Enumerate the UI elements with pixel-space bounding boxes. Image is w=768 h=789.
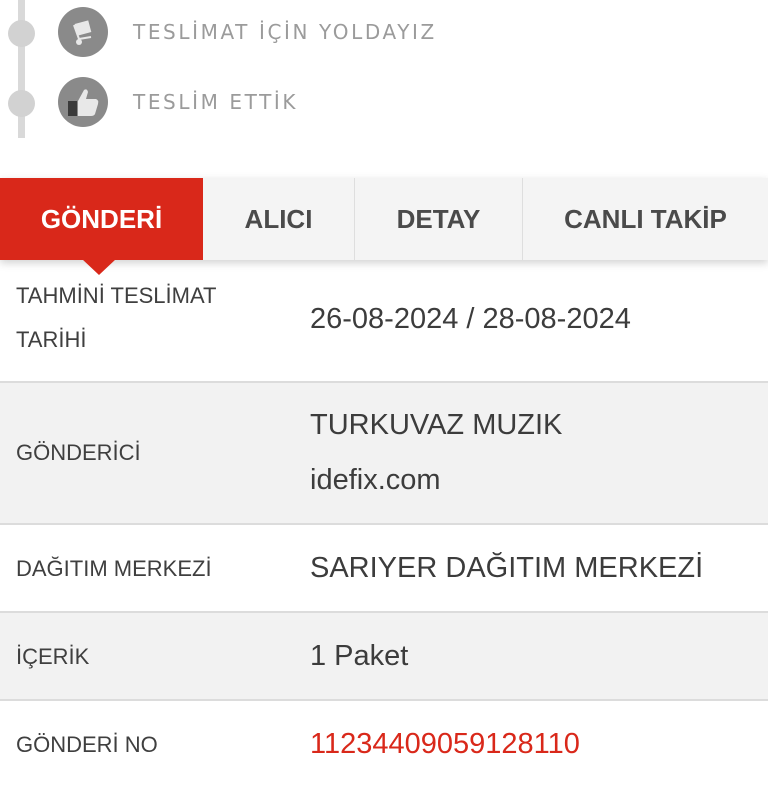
detail-row-estimated-date: TAHMİNİ TESLİMAT TARİHİ 26-08-2024 / 28-… xyxy=(0,260,768,383)
content-value: 1 Paket xyxy=(310,640,409,672)
detail-row-sender: GÖNDERİCİ TURKUVAZ MUZIK idefix.com xyxy=(0,383,768,525)
shipment-details: TAHMİNİ TESLİMAT TARİHİ 26-08-2024 / 28-… xyxy=(0,260,768,789)
tab-label: CANLI TAKİP xyxy=(564,203,727,234)
shipment-tabs: GÖNDERİ ALICI DETAY CANLI TAKİP xyxy=(0,178,768,275)
active-tab-pointer xyxy=(82,259,116,275)
tab-canli-takip[interactable]: CANLI TAKİP xyxy=(523,178,768,260)
tab-alici[interactable]: ALICI xyxy=(203,178,355,260)
timeline-dot xyxy=(8,20,35,47)
timeline-step-on-the-way: TESLİMAT İÇİN YOLDAYIZ xyxy=(0,2,768,62)
detail-row-distribution-center: DAĞITIM MERKEZİ SARIYER DAĞITIM MERKEZİ xyxy=(0,525,768,613)
timeline-step-delivered: TESLİM ETTİK xyxy=(0,72,768,132)
tracking-timeline: TESLİMAT İÇİN YOLDAYIZ TESLİM ETTİK xyxy=(0,0,768,178)
estimated-date-value: 26-08-2024 / 28-08-2024 xyxy=(310,303,631,335)
delivery-cart-icon xyxy=(58,7,108,57)
detail-row-content: İÇERİK 1 Paket xyxy=(0,613,768,701)
detail-label: İÇERİK xyxy=(16,644,90,669)
thumbs-up-icon xyxy=(58,77,108,127)
timeline-dot xyxy=(8,90,35,117)
tab-gonderi[interactable]: GÖNDERİ xyxy=(0,178,203,275)
detail-label: GÖNDERİ NO xyxy=(16,732,158,757)
detail-label: GÖNDERİCİ xyxy=(16,440,141,465)
distribution-center-value: SARIYER DAĞITIM MERKEZİ xyxy=(310,552,704,584)
tab-label: ALICI xyxy=(244,203,313,234)
detail-label: TAHMİNİ TESLİMAT TARİHİ xyxy=(16,283,217,352)
detail-label: DAĞITIM MERKEZİ xyxy=(16,556,212,581)
sender-value: TURKUVAZ MUZIK idefix.com xyxy=(310,409,563,496)
tab-label: DETAY xyxy=(396,203,481,234)
shipment-number-value[interactable]: 1123440905912811​0 xyxy=(310,717,580,772)
timeline-step-label: TESLİM ETTİK xyxy=(133,90,299,114)
tab-detay[interactable]: DETAY xyxy=(355,178,523,260)
detail-row-shipment-no: GÖNDERİ NO 1123440905912811​0 xyxy=(0,701,768,789)
tab-label: GÖNDERİ xyxy=(40,203,163,234)
timeline-step-label: TESLİMAT İÇİN YOLDAYIZ xyxy=(133,20,437,44)
